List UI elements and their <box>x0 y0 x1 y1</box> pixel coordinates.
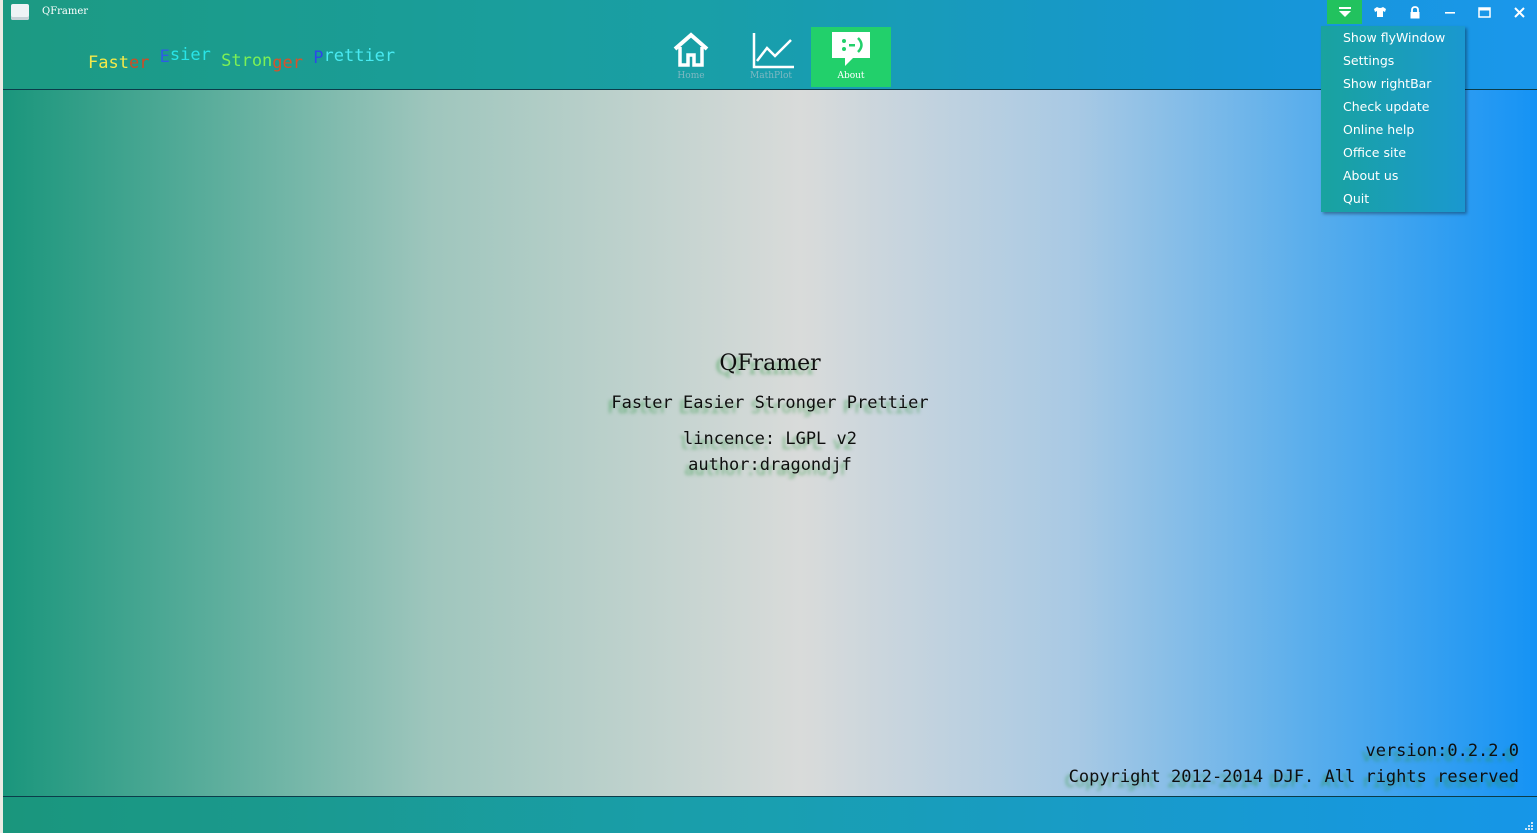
menu-item-check-update[interactable]: Check update <box>1321 95 1465 118</box>
tab-mathplot[interactable]: MathPlot <box>731 27 811 87</box>
menu-item-show-flywindow[interactable]: Show flyWindow <box>1321 26 1465 49</box>
menu-button[interactable] <box>1327 0 1362 24</box>
slogan-part: er <box>128 53 150 73</box>
lock-button[interactable] <box>1397 0 1432 24</box>
about-author: author:dragondjf <box>688 455 852 475</box>
slogan-part: Fast <box>88 53 129 73</box>
menu-item-online-help[interactable]: Online help <box>1321 118 1465 141</box>
menu-item-about-us[interactable]: About us <box>1321 164 1465 187</box>
window-controls <box>1327 0 1537 24</box>
version-label: version:0.2.2.0 <box>1365 741 1519 761</box>
tab-about[interactable]: About <box>811 27 891 87</box>
slogan-part: ger <box>272 53 304 73</box>
about-info: QFramer Faster Easier Stronger Prettier … <box>3 348 1537 478</box>
lock-icon <box>1410 5 1419 18</box>
menu-item-office-site[interactable]: Office site <box>1321 141 1465 164</box>
maximize-button[interactable] <box>1467 0 1502 24</box>
version-info: version:0.2.2.0 Copyright 2012-2014 DJF.… <box>1069 738 1519 790</box>
animated-slogan: Faster Esier Stronger Prettier <box>88 45 396 73</box>
menu-arrow-icon <box>1338 7 1351 17</box>
slogan-part: rettier <box>323 46 396 66</box>
slogan-part: P <box>303 48 324 68</box>
app-icon <box>11 4 29 20</box>
tab-home[interactable]: Home <box>651 27 731 87</box>
tab-about-label: About <box>837 71 865 81</box>
skin-shirt-icon <box>1373 7 1386 17</box>
minimize-icon <box>1444 12 1455 14</box>
main-nav: Home MathPlot About <box>651 27 891 87</box>
slogan-part: sier <box>169 45 211 65</box>
settings-dropdown-menu: Show flyWindow Settings Show rightBar Ch… <box>1321 26 1465 212</box>
line-chart-icon <box>752 33 794 69</box>
tab-home-label: Home <box>677 71 705 81</box>
menu-item-settings[interactable]: Settings <box>1321 49 1465 72</box>
skin-button[interactable] <box>1362 0 1397 24</box>
slogan-part: E <box>149 47 170 67</box>
about-title: QFramer <box>719 351 821 376</box>
status-bar <box>3 796 1537 833</box>
resize-grip-icon[interactable] <box>1524 821 1534 831</box>
menu-item-show-rightbar[interactable]: Show rightBar <box>1321 72 1465 95</box>
menu-item-quit[interactable]: Quit <box>1321 187 1465 210</box>
about-tagline: Faster Easier Stronger Prettier <box>611 393 929 413</box>
close-button[interactable] <box>1502 0 1537 24</box>
window-title: QFramer <box>42 6 89 17</box>
copyright-label: Copyright 2012-2014 DJF. All rights rese… <box>1068 767 1519 787</box>
smiley-chat-icon <box>832 32 870 66</box>
close-icon <box>1514 6 1525 18</box>
about-page: QFramer Faster Easier Stronger Prettier … <box>3 90 1537 796</box>
minimize-button[interactable] <box>1432 0 1467 24</box>
about-licence: lincence: LGPL v2 <box>683 429 857 449</box>
maximize-icon <box>1478 6 1491 18</box>
title-bar: QFramer Faster Esier Stronger Prettier H… <box>3 0 1537 90</box>
slogan-part: Stron <box>210 51 273 71</box>
main-window: QFramer Faster Esier Stronger Prettier H… <box>3 0 1537 833</box>
tab-mathplot-label: MathPlot <box>750 71 792 81</box>
home-icon <box>673 32 709 67</box>
